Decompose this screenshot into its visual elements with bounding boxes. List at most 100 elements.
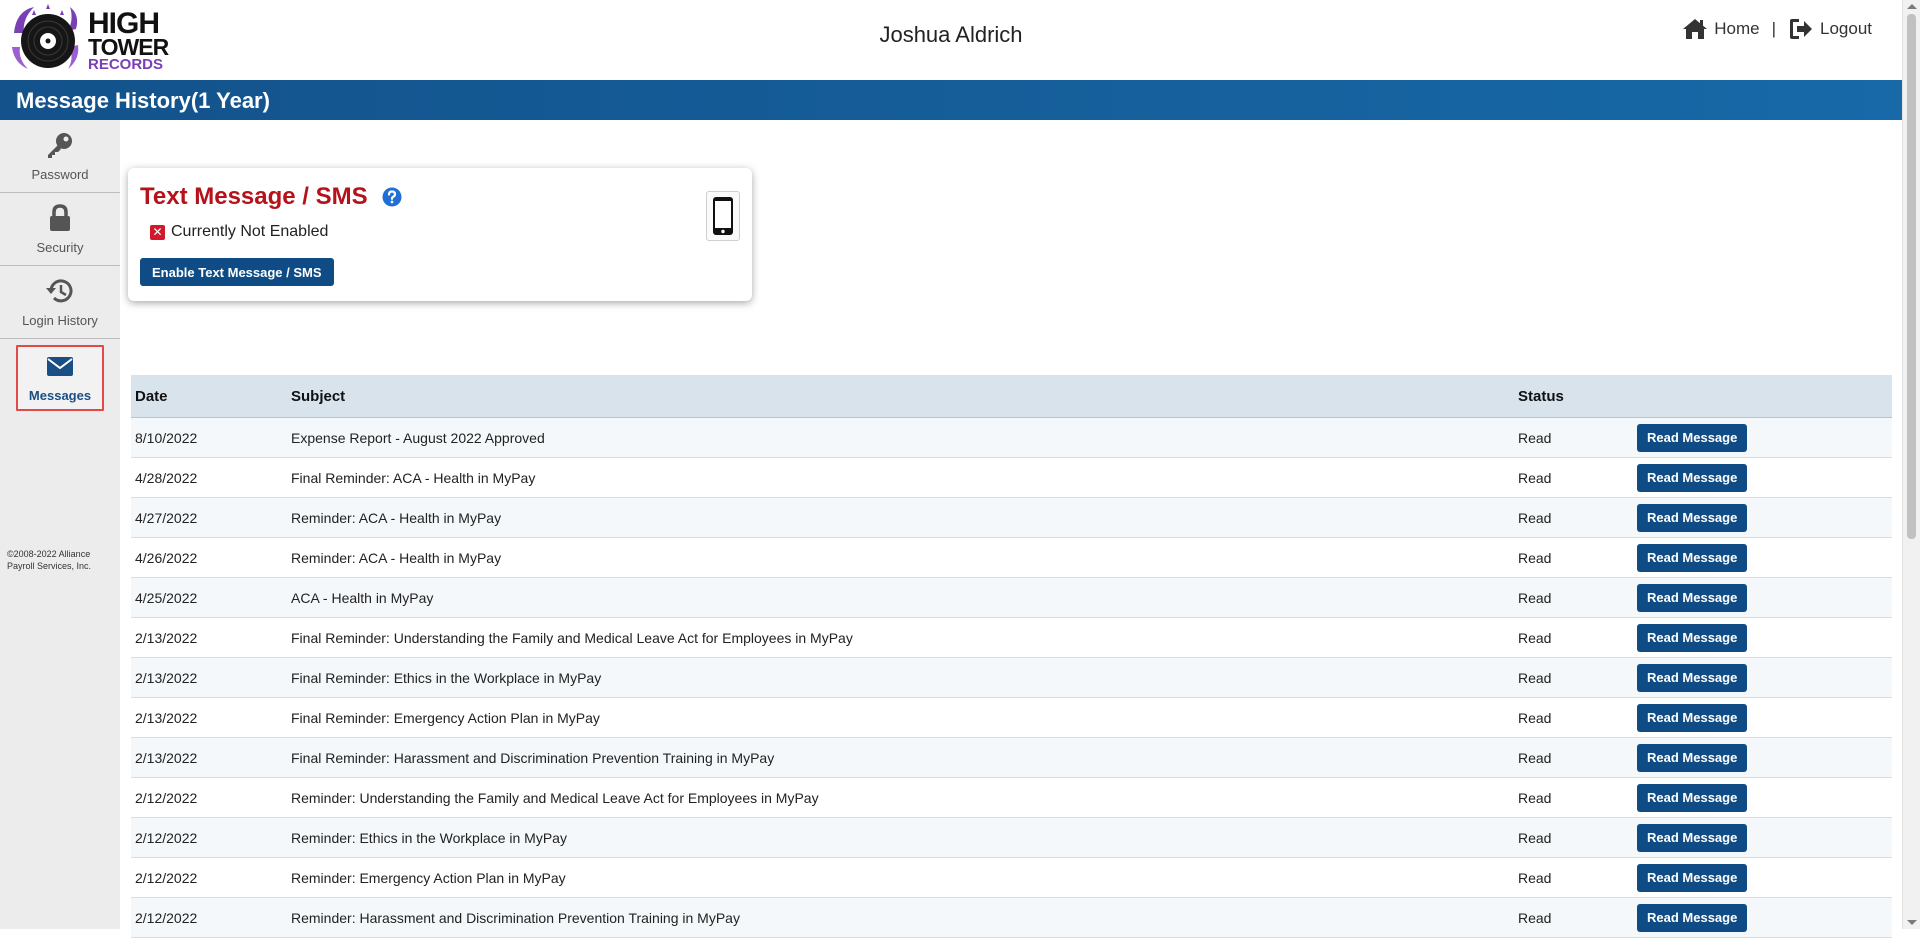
message-date: 2/13/2022 xyxy=(135,629,198,646)
sidebar-item-label: Login History xyxy=(22,313,98,328)
table-row: 2/13/2022 Final Reminder: Understanding t… xyxy=(131,617,1892,658)
read-message-button[interactable]: Read Message xyxy=(1637,783,1748,812)
table-row: 4/26/2022 Reminder: ACA - Health in MyPay… xyxy=(131,537,1892,578)
history-icon xyxy=(46,279,73,303)
message-action-cell: Read Message xyxy=(1633,738,1892,778)
logout-label: Logout xyxy=(1820,19,1872,38)
message-action-cell: Read Message xyxy=(1633,858,1892,898)
message-subject: Reminder: Ethics in the Workplace in MyP… xyxy=(291,829,567,846)
message-date: 2/12/2022 xyxy=(135,909,198,926)
message-date: 2/12/2022 xyxy=(135,869,198,886)
read-message-button[interactable]: Read Message xyxy=(1637,823,1748,852)
home-label: Home xyxy=(1714,19,1760,38)
message-subject: Reminder: Understanding the Family and M… xyxy=(291,789,819,806)
nav-separator: | xyxy=(1771,19,1776,38)
top-nav: Home | Logout xyxy=(1682,18,1872,40)
message-action-cell: Read Message xyxy=(1633,698,1892,738)
message-subject: Final Reminder: Understanding the Family… xyxy=(291,629,853,646)
sms-title: Text Message / SMS xyxy=(140,183,368,210)
sidebar-item-label: Messages xyxy=(28,388,92,403)
table-row: 2/12/2022 Reminder: Harassment and Discri… xyxy=(131,897,1892,938)
message-status: Read xyxy=(1518,829,1552,846)
sidebar: Password Security Login History Messages… xyxy=(0,120,120,929)
table-row: 4/25/2022 ACA - Health in MyPay Read Read M… xyxy=(131,577,1892,618)
sms-status: ✕ Currently Not Enabled xyxy=(150,223,328,241)
message-status: Read xyxy=(1518,589,1552,606)
sms-status-text: Currently Not Enabled xyxy=(171,223,329,240)
page-scrollbar[interactable] xyxy=(1902,0,1920,929)
message-action-cell: Read Message xyxy=(1633,498,1892,538)
sidebar-item-security[interactable]: Security xyxy=(0,193,120,266)
message-status: Read xyxy=(1518,669,1552,686)
sidebar-item-label: Security xyxy=(36,240,84,255)
help-icon[interactable] xyxy=(382,187,402,207)
message-action-cell: Read Message xyxy=(1633,618,1892,658)
messages-table-body: 8/10/2022 Expense Report - August 2022 Ap… xyxy=(131,417,1892,938)
sidebar-item-password[interactable]: Password xyxy=(0,120,120,193)
read-message-button[interactable]: Read Message xyxy=(1637,543,1748,572)
table-row: 8/10/2022 Expense Report - August 2022 Ap… xyxy=(131,417,1892,458)
read-message-button[interactable]: Read Message xyxy=(1637,583,1748,612)
message-action-cell: Read Message xyxy=(1633,538,1892,578)
message-date: 2/13/2022 xyxy=(135,669,198,686)
sidebar-item-login-history[interactable]: Login History xyxy=(0,266,120,339)
message-subject: Final Reminder: Emergency Action Plan in… xyxy=(291,709,600,726)
message-subject: Final Reminder: ACA - Health in MyPay xyxy=(291,469,536,486)
message-status: Read xyxy=(1518,749,1552,766)
message-date: 2/12/2022 xyxy=(135,829,198,846)
page-header: HIGH TOWER RECORDS Joshua Aldrich Home |… xyxy=(0,0,1902,80)
message-action-cell: Read Message xyxy=(1633,458,1892,498)
sidebar-item-label: Password xyxy=(31,167,89,182)
read-message-button[interactable]: Read Message xyxy=(1637,423,1748,452)
message-action-cell: Read Message xyxy=(1633,578,1892,618)
message-date: 4/27/2022 xyxy=(135,509,198,526)
brand-line-3: RECORDS xyxy=(88,56,164,73)
read-message-button[interactable]: Read Message xyxy=(1637,503,1748,532)
read-message-button[interactable]: Read Message xyxy=(1637,623,1748,652)
copyright-text: ©2008-2022 Alliance Payroll Services, In… xyxy=(7,549,92,571)
logout-link[interactable]: Logout xyxy=(1788,18,1872,40)
message-status: Read xyxy=(1518,869,1552,886)
scrollbar-thumb[interactable] xyxy=(1907,14,1916,539)
column-header-subject[interactable]: Subject xyxy=(287,375,1514,418)
logout-icon xyxy=(1790,19,1812,39)
home-icon xyxy=(1683,19,1708,39)
read-message-button[interactable]: Read Message xyxy=(1637,463,1748,492)
message-action-cell: Read Message xyxy=(1633,818,1892,858)
message-date: 4/28/2022 xyxy=(135,469,198,486)
lock-icon xyxy=(50,204,70,231)
message-action-cell: Read Message xyxy=(1633,778,1892,818)
message-subject: Reminder: ACA - Health in MyPay xyxy=(291,549,502,566)
enable-sms-button[interactable]: Enable Text Message / SMS xyxy=(140,258,334,286)
table-row: 2/13/2022 Final Reminder: Emergency Actio… xyxy=(131,697,1892,738)
message-action-cell: Read Message xyxy=(1633,418,1892,458)
page-title: Message History(1 Year) xyxy=(0,80,1902,120)
column-header-status[interactable]: Status xyxy=(1514,375,1633,418)
table-row: 2/12/2022 Reminder: Ethics in the Workpla… xyxy=(131,817,1892,858)
message-status: Read xyxy=(1518,789,1552,806)
user-name: Joshua Aldrich xyxy=(879,22,1023,47)
message-status: Read xyxy=(1518,709,1552,726)
read-message-button[interactable]: Read Message xyxy=(1637,703,1748,732)
message-subject: Reminder: Harassment and Discrimination … xyxy=(291,909,740,926)
message-action-cell: Read Message xyxy=(1633,898,1892,938)
message-subject: ACA - Health in MyPay xyxy=(291,589,434,606)
message-status: Read xyxy=(1518,429,1552,446)
read-message-button[interactable]: Read Message xyxy=(1637,743,1748,772)
scroll-up-arrow-icon[interactable] xyxy=(1907,4,1917,9)
scroll-down-arrow-icon[interactable] xyxy=(1907,920,1917,925)
column-header-date[interactable]: Date xyxy=(131,375,287,418)
message-date: 4/25/2022 xyxy=(135,589,198,606)
message-date: 2/13/2022 xyxy=(135,709,198,726)
home-link[interactable]: Home xyxy=(1682,18,1760,40)
table-row: 2/12/2022 Reminder: Emergency Action Plan… xyxy=(131,857,1892,898)
sidebar-item-messages[interactable]: Messages xyxy=(16,345,104,411)
read-message-button[interactable]: Read Message xyxy=(1637,903,1748,932)
table-row: 2/13/2022 Final Reminder: Harassment and … xyxy=(131,737,1892,778)
message-date: 2/12/2022 xyxy=(135,789,198,806)
table-row: 4/28/2022 Final Reminder: ACA - Health in… xyxy=(131,457,1892,498)
read-message-button[interactable]: Read Message xyxy=(1637,663,1748,692)
read-message-button[interactable]: Read Message xyxy=(1637,863,1748,892)
message-status: Read xyxy=(1518,549,1552,566)
envelope-icon xyxy=(47,357,73,376)
